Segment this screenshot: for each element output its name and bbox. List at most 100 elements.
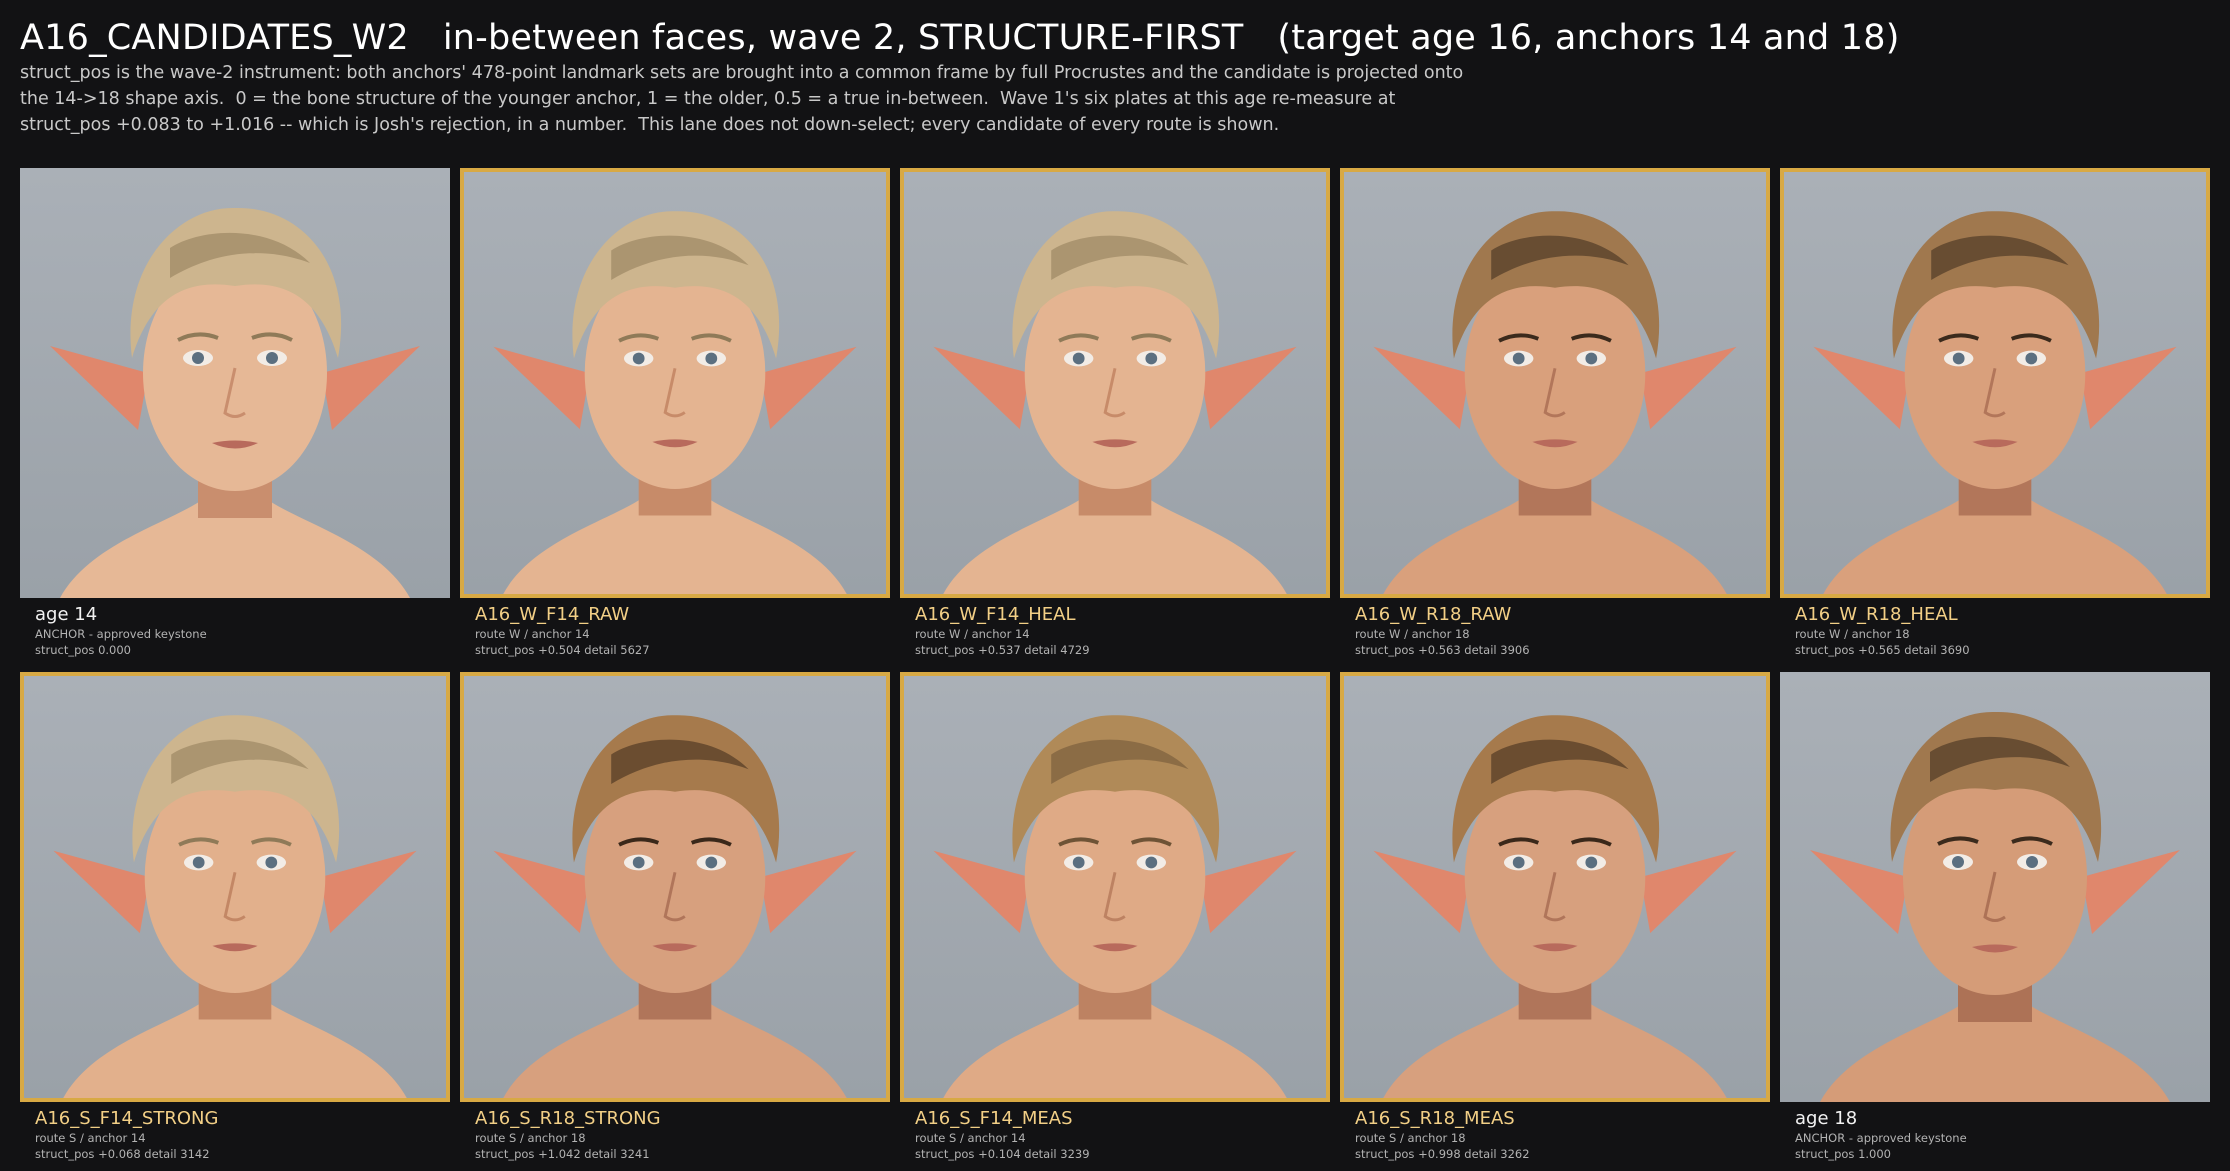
description: struct_pos is the wave-2 instrument: bot… (20, 60, 1520, 138)
card-route: route W / anchor 18 (1355, 627, 1470, 641)
left-iris (632, 352, 645, 365)
card-route: route S / anchor 14 (35, 1131, 146, 1145)
right-ear (2082, 850, 2180, 934)
portrait-frame[interactable] (1340, 672, 1770, 1102)
right-ear (320, 850, 417, 934)
card-metrics: struct_pos 0.000 (35, 643, 132, 657)
card-age-18[interactable]: age 18 ANCHOR - approved keystone struct… (1780, 672, 2210, 1171)
card-metrics: struct_pos +1.042 detail 3241 (475, 1147, 650, 1161)
card-title: A16_W_R18_RAW (1355, 604, 1512, 625)
left-iris (192, 352, 204, 364)
portrait-frame[interactable] (900, 672, 1330, 1102)
left-iris (1512, 352, 1525, 365)
caption: A16_S_R18_STRONG route S / anchor 18 str… (475, 1108, 885, 1162)
left-iris (192, 856, 205, 869)
card-title: A16_S_F14_STRONG (35, 1108, 219, 1129)
card-a16-w-r18-heal[interactable]: A16_W_R18_HEAL route W / anchor 18 struc… (1780, 168, 2210, 667)
card-a16-w-r18-raw[interactable]: A16_W_R18_RAW route W / anchor 18 struct… (1340, 168, 1770, 667)
right-iris (705, 352, 718, 365)
card-route: route S / anchor 14 (915, 1131, 1026, 1145)
right-iris (2025, 352, 2038, 365)
right-ear (760, 850, 857, 934)
card-route: route W / anchor 14 (915, 627, 1030, 641)
portrait-image (493, 211, 857, 594)
description-line: struct_pos +0.083 to +1.016 -- which is … (20, 115, 1280, 135)
card-title: A16_S_F14_MEAS (915, 1108, 1073, 1129)
portrait-image (1813, 211, 2177, 594)
card-metrics: struct_pos +0.504 detail 5627 (475, 643, 650, 657)
portrait-image (50, 207, 420, 598)
card-route: route W / anchor 18 (1795, 627, 1910, 641)
card-title: A16_W_R18_HEAL (1795, 604, 1958, 625)
caption: age 18 ANCHOR - approved keystone struct… (1795, 1108, 2205, 1162)
right-ear (2080, 346, 2177, 430)
left-iris (1072, 352, 1085, 365)
right-iris (1585, 352, 1598, 365)
caption: A16_S_F14_STRONG route S / anchor 14 str… (35, 1108, 445, 1162)
portrait-image (493, 715, 857, 1098)
left-iris (1952, 352, 1965, 365)
right-iris (266, 352, 278, 364)
left-ear (493, 850, 590, 934)
card-metrics: struct_pos +0.565 detail 3690 (1795, 643, 1970, 657)
portrait-frame[interactable] (1340, 168, 1770, 598)
card-a16-s-r18-strong[interactable]: A16_S_R18_STRONG route S / anchor 18 str… (460, 672, 890, 1171)
right-iris (265, 856, 278, 869)
card-metrics: struct_pos +0.563 detail 3906 (1355, 643, 1530, 657)
right-iris (1145, 856, 1158, 869)
right-iris (1585, 856, 1598, 869)
caption: A16_W_R18_RAW route W / anchor 18 struct… (1355, 604, 1765, 658)
portrait-image (933, 211, 1297, 594)
portrait-image (1373, 715, 1737, 1098)
card-title: age 18 (1795, 1108, 1858, 1129)
caption: age 14 ANCHOR - approved keystone struct… (35, 604, 445, 658)
left-ear (933, 850, 1030, 934)
card-a16-s-f14-strong[interactable]: A16_S_F14_STRONG route S / anchor 14 str… (20, 672, 450, 1171)
left-ear (493, 346, 590, 430)
caption: A16_S_F14_MEAS route S / anchor 14 struc… (915, 1108, 1325, 1162)
right-ear (1200, 850, 1297, 934)
portrait-frame[interactable] (460, 672, 890, 1102)
portrait-frame[interactable] (460, 168, 890, 598)
card-title: A16_W_F14_HEAL (915, 604, 1076, 625)
card-a16-w-f14-raw[interactable]: A16_W_F14_RAW route W / anchor 14 struct… (460, 168, 890, 667)
right-ear (760, 346, 857, 430)
candidate-grid: age 14 ANCHOR - approved keystone struct… (20, 168, 2210, 1171)
left-iris (1952, 856, 1964, 868)
portrait-image (933, 715, 1297, 1098)
right-iris (705, 856, 718, 869)
card-route: route W / anchor 14 (475, 627, 590, 641)
card-metrics: struct_pos +0.998 detail 3262 (1355, 1147, 1530, 1161)
portrait-frame[interactable] (1780, 672, 2210, 1102)
description-line: struct_pos is the wave-2 instrument: bot… (20, 63, 1464, 83)
portrait-frame[interactable] (20, 168, 450, 598)
card-route: ANCHOR - approved keystone (1795, 1131, 1967, 1145)
card-route: route S / anchor 18 (475, 1131, 586, 1145)
portrait-frame[interactable] (900, 168, 1330, 598)
left-iris (632, 856, 645, 869)
description-line: the 14->18 shape axis. 0 = the bone stru… (20, 89, 1396, 109)
right-iris (1145, 352, 1158, 365)
portrait-frame[interactable] (1780, 168, 2210, 598)
card-route: route S / anchor 18 (1355, 1131, 1466, 1145)
left-ear (50, 346, 148, 430)
card-metrics: struct_pos +0.104 detail 3239 (915, 1147, 1090, 1161)
card-metrics: struct_pos +0.068 detail 3142 (35, 1147, 210, 1161)
right-ear (1200, 346, 1297, 430)
card-title: A16_S_R18_MEAS (1355, 1108, 1515, 1129)
card-title: age 14 (35, 604, 98, 625)
card-a16-s-r18-meas[interactable]: A16_S_R18_MEAS route S / anchor 18 struc… (1340, 672, 1770, 1171)
left-ear (53, 850, 150, 934)
card-age-14[interactable]: age 14 ANCHOR - approved keystone struct… (20, 168, 450, 667)
right-ear (322, 346, 420, 430)
left-iris (1512, 856, 1525, 869)
page-title: A16_CANDIDATES_W2 in-between faces, wave… (20, 18, 1900, 58)
right-ear (1640, 850, 1737, 934)
card-a16-w-f14-heal[interactable]: A16_W_F14_HEAL route W / anchor 14 struc… (900, 168, 1330, 667)
portrait-frame[interactable] (20, 672, 450, 1102)
caption: A16_S_R18_MEAS route S / anchor 18 struc… (1355, 1108, 1765, 1162)
card-a16-s-f14-meas[interactable]: A16_S_F14_MEAS route S / anchor 14 struc… (900, 672, 1330, 1171)
card-title: A16_S_R18_STRONG (475, 1108, 661, 1129)
card-metrics: struct_pos +0.537 detail 4729 (915, 643, 1090, 657)
left-ear (1810, 850, 1908, 934)
